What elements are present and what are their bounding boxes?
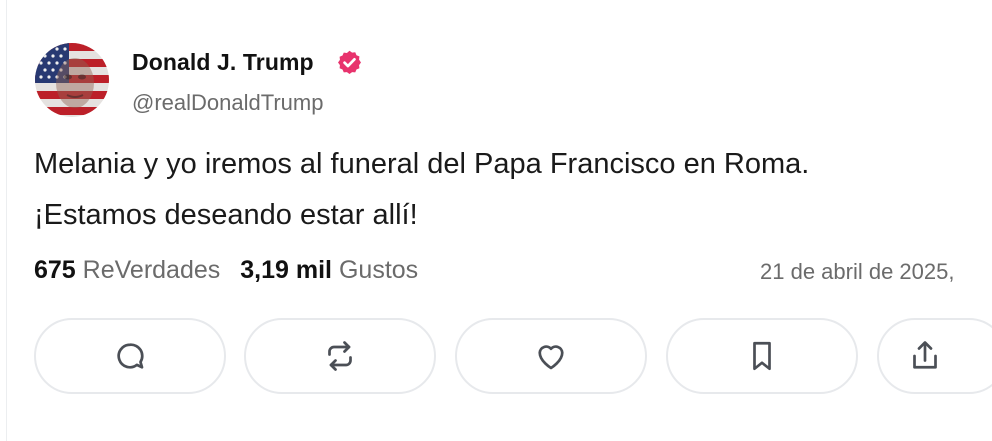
post-card: Donald J. Trump @realDonaldTrump Melania… — [0, 0, 992, 441]
bookmark-button[interactable] — [666, 318, 858, 394]
card-border — [6, 0, 7, 441]
author-display-name[interactable]: Donald J. Trump — [132, 49, 314, 76]
post-timestamp[interactable]: 21 de abril de 2025, — [760, 259, 955, 285]
repost-icon — [328, 341, 352, 371]
like-button[interactable] — [455, 318, 647, 394]
post-stats: 675 ReVerdades 3,19 mil Gustos — [34, 256, 418, 285]
post-body: Melania y yo iremos al funeral del Papa … — [34, 139, 984, 241]
reposts-label[interactable]: ReVerdades — [83, 256, 221, 284]
post-text-line: ¡Estamos deseando estar allí! — [34, 199, 418, 231]
share-icon — [913, 341, 937, 369]
reply-icon — [117, 343, 144, 369]
reposts-count[interactable]: 675 — [34, 256, 76, 284]
repost-button[interactable] — [244, 318, 436, 394]
reply-button[interactable] — [34, 318, 226, 394]
like-icon — [538, 345, 564, 370]
verified-badge-icon — [338, 50, 361, 74]
bookmark-icon — [753, 341, 771, 371]
likes-label[interactable]: Gustos — [339, 256, 418, 284]
post-text-line: Melania y yo iremos al funeral del Papa … — [34, 148, 810, 180]
author-handle[interactable]: @realDonaldTrump — [132, 90, 323, 116]
share-button[interactable] — [877, 318, 992, 394]
avatar[interactable] — [35, 43, 109, 117]
likes-count[interactable]: 3,19 mil — [240, 256, 332, 284]
